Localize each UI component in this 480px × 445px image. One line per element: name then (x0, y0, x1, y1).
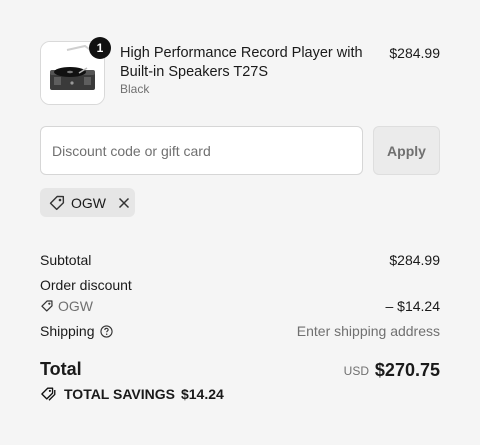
discount-code-row: OGW (40, 298, 93, 314)
remove-discount-button[interactable] (118, 197, 130, 209)
quantity-badge: 1 (89, 37, 111, 59)
tags-icon (41, 387, 56, 401)
shipping-row: Shipping (40, 323, 113, 339)
total-value: $270.75 (374, 360, 440, 380)
discount-code-input[interactable] (40, 126, 363, 175)
total-savings-row: TOTAL SAVINGS $14.24 (40, 386, 224, 402)
currency-code: USD (343, 364, 369, 378)
shipping-label: Shipping (40, 323, 95, 339)
product-title: High Performance Record Player with Buil… (120, 45, 363, 80)
discount-code-text: OGW (58, 298, 93, 314)
tag-icon (49, 195, 65, 210)
apply-discount-button[interactable]: Apply (373, 126, 440, 175)
close-icon (118, 197, 130, 208)
product-price: $284.99 (389, 45, 440, 61)
total-label: Total (40, 359, 82, 379)
subtotal-value: $284.99 (389, 252, 440, 268)
total-savings-label: TOTAL SAVINGS (64, 386, 175, 402)
total-savings-value: $14.24 (180, 386, 224, 402)
order-discount-label: Order discount (40, 277, 132, 293)
discount-amount: – $14.24 (385, 298, 441, 314)
line-item-thumbnail: 1 (40, 37, 111, 105)
applied-discount-code: OGW (71, 194, 106, 211)
applied-discount-chip: OGW (40, 188, 135, 217)
product-variant: Black (120, 82, 150, 96)
help-circle-icon[interactable] (99, 324, 113, 338)
subtotal-label: Subtotal (40, 252, 92, 268)
tag-icon (41, 300, 53, 312)
shipping-value: Enter shipping address (296, 323, 440, 339)
